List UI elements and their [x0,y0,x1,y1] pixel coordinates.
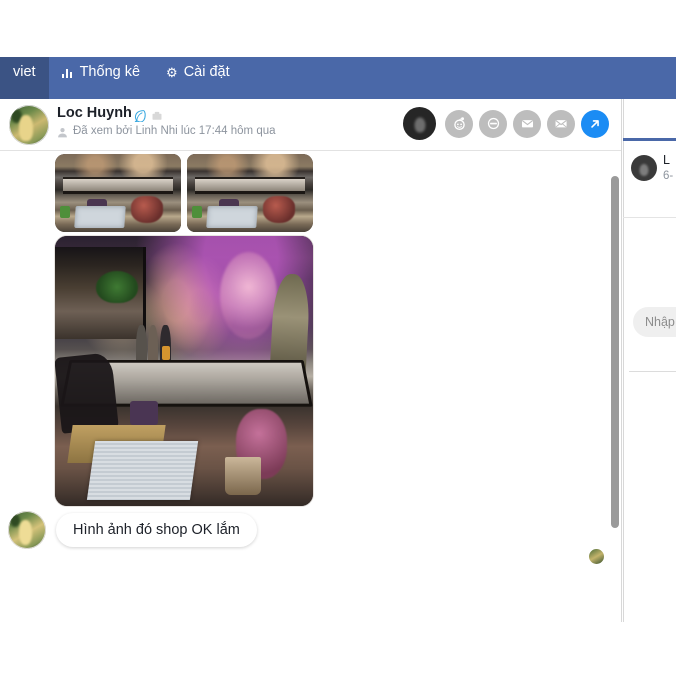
photo-chair [55,352,119,434]
photo-cup [129,400,159,425]
thumb-table [62,177,174,195]
inbox-icon[interactable] [513,109,541,138]
avatar-detail-shape [10,514,20,527]
contact-name[interactable]: Loc Huynh [57,105,132,121]
right-panel-item-subtitle: 6- [663,170,674,182]
photo-basket [225,457,262,496]
avatar-figure-shape [19,115,33,141]
nav-tab-cai-dat[interactable]: ⚙ Cài đặt [153,57,243,99]
block-icon[interactable] [479,109,507,138]
right-panel-divider [623,99,624,622]
message-scrollbar-thumb[interactable] [611,176,619,528]
photo-blossom-tree [220,252,277,339]
attachment-thumbnail[interactable] [187,154,313,232]
nav-tab-viet[interactable]: viet [0,57,49,99]
thumb-paper [74,205,127,228]
contact-name-row: Loc Huynh [57,105,163,122]
profile-avatar-face [414,117,425,133]
gear-icon: ⚙ [166,64,178,80]
header-action-icons [403,107,609,140]
photo-plant [96,271,138,304]
message-scrollbar[interactable] [611,151,619,569]
photo-person-shirt [161,346,170,361]
conversation-column: Loc Huynh Đã xem bởi Linh Nhi lúc 17:44 … [0,99,622,622]
seen-status-text: Đã xem bởi Linh Nhi lúc 17:44 hôm qua [73,125,276,137]
right-side-panel: L 6- Nhập n [623,99,676,622]
thumb-object [130,196,164,223]
nav-tab-viet-label: viet [13,64,36,80]
photo-paper-sheet [86,441,199,501]
top-blank-area [0,0,676,57]
right-panel-separator [623,217,676,218]
seen-by-avatar [589,549,604,564]
top-navigation-bar: viet Thống kê ⚙ Cài đặt [0,57,676,99]
right-panel-list-item[interactable]: L 6- [631,153,673,182]
bottom-blank-area [0,622,676,676]
thumb-plant [60,205,71,218]
right-panel-input[interactable]: Nhập n [633,307,676,337]
thumb-paper [206,205,259,228]
seen-status-row: Đã xem bởi Linh Nhi lúc 17:44 hôm qua [57,125,276,137]
right-panel-item-name: L [663,153,670,167]
tag-icon [151,109,163,121]
thumb-table [194,177,306,195]
avatar-figure-shape [19,520,32,545]
share-arrow-icon[interactable] [581,109,609,138]
mail-icon[interactable] [547,109,575,138]
message-row: Hình ảnh đó shop OK lắm [8,511,257,549]
nav-tab-cai-dat-label: Cài đặt [183,64,230,80]
attachment-photo[interactable] [55,236,313,506]
attachment-thumbnail-row[interactable] [55,154,313,232]
message-bubble[interactable]: Hình ảnh đó shop OK lắm [56,513,257,547]
message-list[interactable]: Hình ảnh đó shop OK lắm [0,151,621,569]
app-root: viet Thống kê ⚙ Cài đặt Loc Huynh Đã xem… [0,0,676,676]
right-panel-separator-lower [629,371,676,372]
contact-avatar[interactable] [9,105,49,145]
right-panel-accent-bar [623,138,676,141]
right-panel-item-text: L 6- [663,153,673,182]
thumb-object [262,196,296,223]
nav-tab-thong-ke[interactable]: Thống kê [49,57,153,99]
person-icon [57,127,68,138]
nav-tab-thong-ke-label: Thống kê [79,64,141,80]
conversation-header: Loc Huynh Đã xem bởi Linh Nhi lúc 17:44 … [0,99,621,151]
leaf-icon [133,109,146,122]
thumb-plant [192,205,203,218]
attachment-thumbnail[interactable] [55,154,181,232]
bar-chart-icon [61,68,74,78]
reddit-icon[interactable] [445,109,473,138]
message-sender-avatar[interactable] [8,511,46,549]
right-panel-avatar-face [639,163,649,176]
right-panel-avatar [631,154,657,181]
profile-avatar-icon[interactable] [403,107,436,140]
